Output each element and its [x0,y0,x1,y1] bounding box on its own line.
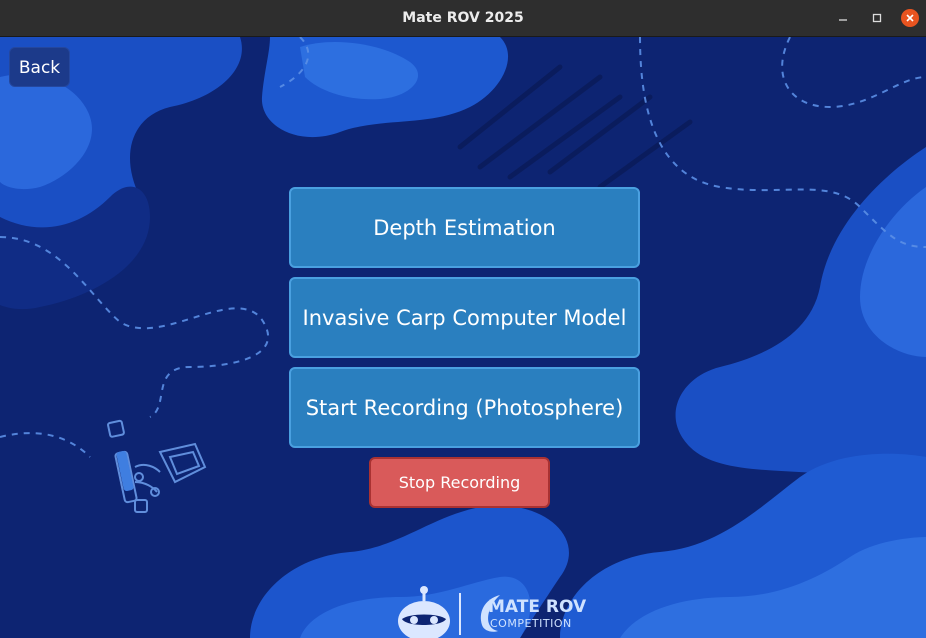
title-bar: Mate ROV 2025 [0,0,926,37]
mate-rov-logo: MATE ROV COMPETITION [396,585,586,638]
stop-recording-button[interactable]: Stop Recording [369,457,550,508]
main-content: Back Depth Estimation Invasive Carp Comp… [0,37,926,638]
close-icon[interactable] [901,9,919,27]
start-recording-button[interactable]: Start Recording (Photosphere) [289,367,640,448]
invasive-carp-model-button[interactable]: Invasive Carp Computer Model [289,277,640,358]
app-window: Mate ROV 2025 Back Depth Estimation Inva… [0,0,926,638]
start-recording-label: Start Recording (Photosphere) [305,395,624,420]
stop-recording-label: Stop Recording [398,473,521,492]
logo-title: MATE ROV [488,597,587,617]
maximize-icon[interactable] [867,8,887,28]
robot-mascot-icon [398,586,461,638]
window-title: Mate ROV 2025 [402,10,524,26]
depth-estimation-button[interactable]: Depth Estimation [289,187,640,268]
invasive-carp-model-label: Invasive Carp Computer Model [302,305,627,330]
back-button[interactable]: Back [9,47,70,87]
depth-estimation-label: Depth Estimation [373,215,556,240]
logo-subtitle: COMPETITION [490,617,572,630]
minimize-icon[interactable] [833,8,853,28]
